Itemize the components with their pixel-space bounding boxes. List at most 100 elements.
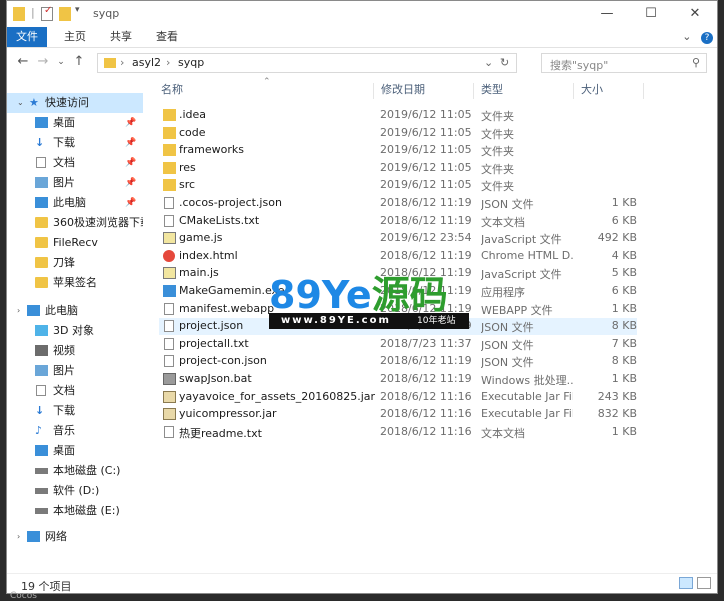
sidebar-item-quick-access[interactable]: ⌄ ★ 快速访问 bbox=[7, 93, 143, 113]
sidebar-item-pictures[interactable]: 图片 📌 bbox=[7, 173, 143, 193]
sidebar-item-drive-d[interactable]: 软件 (D:) bbox=[7, 481, 143, 501]
sidebar-item-network[interactable]: › 网络 bbox=[7, 527, 143, 547]
column-header-name[interactable]: 名称 bbox=[161, 79, 183, 101]
folder-icon bbox=[163, 161, 176, 174]
tab-share[interactable]: 共享 bbox=[103, 27, 139, 47]
up-button[interactable]: ↑ bbox=[71, 54, 87, 70]
close-button[interactable]: ✕ bbox=[673, 1, 717, 27]
address-dropdown-icon[interactable]: ⌄ bbox=[484, 56, 493, 69]
sidebar-item-label: 快速访问 bbox=[45, 96, 89, 109]
tab-file[interactable]: 文件 bbox=[7, 27, 47, 47]
refresh-icon[interactable]: ↻ bbox=[500, 56, 509, 69]
tab-view[interactable]: 查看 bbox=[149, 27, 185, 47]
sidebar-item-desktop-pc[interactable]: 桌面 bbox=[7, 441, 143, 461]
expand-icon[interactable]: ⌄ bbox=[17, 93, 24, 113]
breadcrumb-separator[interactable]: › bbox=[120, 56, 124, 69]
file-type: 文件夹 bbox=[481, 127, 514, 141]
sidebar-item-daofeng[interactable]: 刀锋 bbox=[7, 253, 143, 273]
sidebar-item-filerecv[interactable]: FileRecv bbox=[7, 233, 143, 253]
column-divider[interactable] bbox=[373, 83, 374, 99]
folder-icon bbox=[35, 277, 48, 288]
pin-icon[interactable]: 📌 bbox=[125, 193, 136, 213]
sidebar-item-this-pc[interactable]: › 此电脑 bbox=[7, 301, 143, 321]
tab-home[interactable]: 主页 bbox=[57, 27, 93, 47]
sidebar-item-this-pc-pinned[interactable]: 此电脑 📌 bbox=[7, 193, 143, 213]
file-date: 2018/6/12 11:19 bbox=[380, 196, 472, 209]
sidebar-item-360-downloads[interactable]: 360极速浏览器下载 bbox=[7, 213, 143, 233]
large-icons-view-icon[interactable] bbox=[697, 577, 711, 589]
sidebar-item-documents[interactable]: 文档 📌 bbox=[7, 153, 143, 173]
column-divider[interactable] bbox=[643, 83, 644, 99]
expand-ribbon-icon[interactable]: ⌄ bbox=[682, 30, 691, 43]
forward-button[interactable]: → bbox=[35, 54, 51, 70]
column-header-size[interactable]: 大小 bbox=[581, 79, 603, 101]
details-view-icon[interactable] bbox=[679, 577, 693, 589]
file-date: 2018/6/12 11:16 bbox=[380, 389, 472, 403]
column-header-type[interactable]: 类型 bbox=[481, 79, 503, 101]
file-row[interactable]: .cocos-project.json 2018/6/12 11:19 JSON 文… bbox=[159, 195, 637, 212]
explorer-window: | ✓ ▾ syqp — ☐ ✕ 文件 主页 共享 查看 ⌄ ? ← → ⌄ ↑… bbox=[6, 0, 718, 594]
pin-icon[interactable]: 📌 bbox=[125, 113, 136, 133]
back-button[interactable]: ← bbox=[15, 54, 31, 70]
file-row[interactable]: projectall.txt 2018/7/23 11:37 JSON 文件 7 KB bbox=[159, 336, 637, 353]
maximize-button[interactable]: ☐ bbox=[629, 1, 673, 27]
new-folder-icon[interactable] bbox=[59, 7, 71, 21]
file-row[interactable]: index.html 2018/6/12 11:19 Chrome HTML D..… bbox=[159, 248, 637, 265]
document-icon bbox=[36, 385, 46, 396]
text-file-icon bbox=[164, 425, 174, 438]
file-type: JavaScript 文件 bbox=[481, 233, 562, 247]
breadcrumb-syqp[interactable]: syqp bbox=[178, 56, 204, 69]
search-icon[interactable]: ⚲ bbox=[692, 56, 700, 69]
pin-icon[interactable]: 📌 bbox=[125, 133, 136, 153]
file-row[interactable]: swapJson.bat 2018/6/12 11:19 Windows 批处理..… bbox=[159, 371, 637, 388]
sidebar-item-music[interactable]: ♪ 音乐 bbox=[7, 421, 143, 441]
sidebar-item-pictures-pc[interactable]: 图片 bbox=[7, 361, 143, 381]
file-type: Windows 批处理... bbox=[481, 374, 573, 387]
file-name: .cocos-project.json bbox=[179, 196, 282, 209]
file-row[interactable]: .idea 2019/6/12 11:05 文件夹 bbox=[159, 107, 637, 124]
customize-toolbar-icon[interactable]: ▾ bbox=[75, 5, 80, 19]
sidebar-item-label: 此电脑 bbox=[53, 196, 86, 209]
column-divider[interactable] bbox=[573, 83, 574, 99]
file-row[interactable]: frameworks 2019/6/12 11:05 文件夹 bbox=[159, 142, 637, 159]
file-date: 2018/6/12 11:19 bbox=[380, 213, 472, 227]
file-row[interactable]: code 2019/6/12 11:05 文件夹 bbox=[159, 125, 637, 142]
sidebar-item-documents-pc[interactable]: 文档 bbox=[7, 381, 143, 401]
breadcrumb-separator[interactable]: › bbox=[166, 56, 170, 69]
minimize-button[interactable]: — bbox=[585, 1, 629, 27]
file-row[interactable]: src 2019/6/12 11:05 文件夹 bbox=[159, 177, 637, 194]
expand-icon[interactable]: › bbox=[17, 527, 20, 547]
sidebar-item-videos[interactable]: 视频 bbox=[7, 341, 143, 361]
sidebar-item-desktop[interactable]: 桌面 📌 bbox=[7, 113, 143, 133]
sidebar-item-downloads[interactable]: ↓ 下载 📌 bbox=[7, 133, 143, 153]
pin-icon[interactable]: 📌 bbox=[125, 153, 136, 173]
breadcrumb-asyl2[interactable]: asyl2 bbox=[132, 56, 161, 69]
search-input[interactable]: 搜索"syqp" ⚲ bbox=[541, 53, 707, 73]
file-list-scrollbar[interactable] bbox=[699, 79, 715, 573]
sidebar-item-apple-sign[interactable]: 苹果签名 bbox=[7, 273, 143, 293]
help-icon[interactable]: ? bbox=[701, 32, 713, 44]
ribbon-tabs: 文件 主页 共享 查看 ⌄ ? bbox=[7, 27, 717, 48]
sidebar-item-downloads-pc[interactable]: ↓ 下载 bbox=[7, 401, 143, 421]
sidebar-item-drive-e[interactable]: 本地磁盘 (E:) bbox=[7, 501, 143, 521]
file-row[interactable]: res 2019/6/12 11:05 文件夹 bbox=[159, 160, 637, 177]
recent-locations-icon[interactable]: ⌄ bbox=[53, 54, 69, 70]
address-bar[interactable]: › asyl2 › syqp ⌄ ↻ bbox=[97, 53, 517, 73]
pin-icon[interactable]: 📌 bbox=[125, 173, 136, 193]
file-row[interactable]: project-con.json 2018/6/12 11:19 JSON 文件 8 … bbox=[159, 353, 637, 370]
file-row[interactable]: 热更readme.txt 2018/6/12 11:16 文本文档 1 KB bbox=[159, 424, 637, 441]
file-type: JSON 文件 bbox=[481, 356, 534, 370]
file-row[interactable]: CMakeLists.txt 2018/6/12 11:19 文本文档 6 KB bbox=[159, 213, 637, 230]
folder-icon bbox=[163, 109, 176, 121]
file-row[interactable]: game.js 2019/6/12 23:54 JavaScript 文件 492 K… bbox=[159, 230, 637, 247]
properties-icon[interactable]: ✓ bbox=[41, 5, 53, 21]
sidebar-item-3d-objects[interactable]: 3D 对象 bbox=[7, 321, 143, 341]
column-divider[interactable] bbox=[473, 83, 474, 99]
sidebar-item-drive-c[interactable]: 本地磁盘 (C:) bbox=[7, 461, 143, 481]
file-row[interactable]: yuicompressor.jar 2018/6/12 11:16 Executab… bbox=[159, 406, 637, 423]
expand-icon[interactable]: › bbox=[17, 301, 20, 321]
navigation-pane-scrollbar[interactable] bbox=[143, 87, 148, 547]
document-icon bbox=[36, 157, 46, 168]
file-row[interactable]: yayavoice_for_assets_20160825.jar 2018/6/… bbox=[159, 389, 637, 406]
column-header-date[interactable]: 修改日期 bbox=[381, 79, 425, 101]
